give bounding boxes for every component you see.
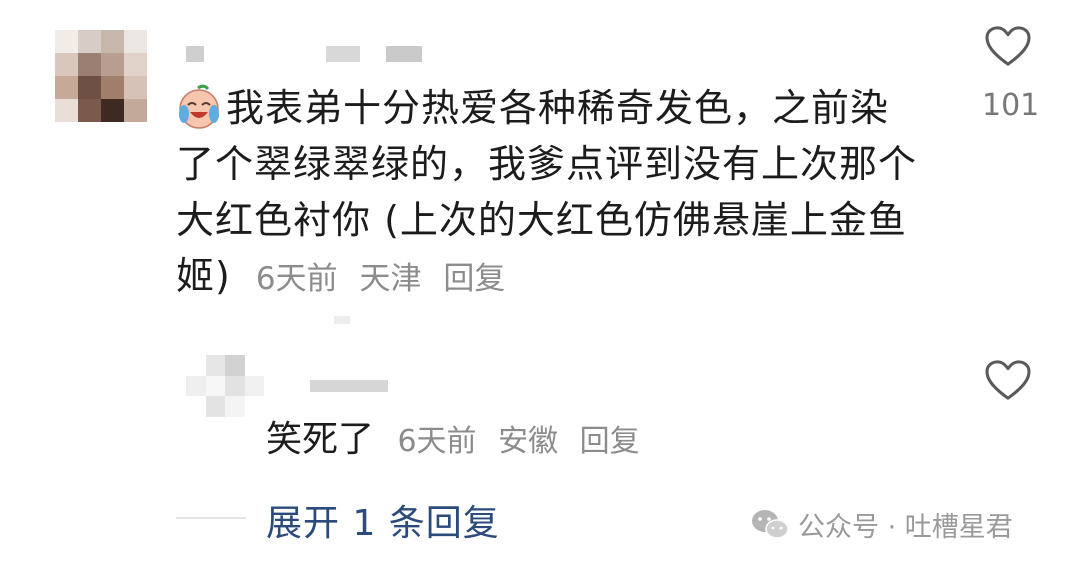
heart-icon	[985, 360, 1031, 400]
comment-line-3: 大红色衬你 (上次的大红色仿佛悬崖上金鱼	[176, 198, 907, 242]
comment-meta: 6天前 天津 回复	[256, 261, 517, 297]
comment-line-1: 我表弟十分热爱各种稀奇发色，之前染	[226, 86, 890, 130]
reply-username-blurred[interactable]	[310, 380, 388, 392]
reply-location: 安徽	[498, 424, 559, 459]
avatar[interactable]	[55, 30, 147, 122]
reply-avatar[interactable]	[186, 355, 264, 417]
username-blurred[interactable]	[186, 46, 426, 62]
comment-line-2: 了个翠绿翠绿的，我爹点评到没有上次那个	[176, 142, 918, 186]
comment-reply-button[interactable]: 回复	[443, 261, 505, 297]
laughing-crying-emoji-icon	[179, 84, 219, 129]
reply-meta: 6天前 安徽 回复	[397, 424, 651, 459]
reply-body: 笑死了 6天前 安徽 回复	[266, 415, 652, 467]
reply-time: 6天前	[397, 424, 477, 459]
blur-artifact	[334, 316, 350, 324]
reply-reply-button[interactable]: 回复	[580, 424, 640, 459]
reply-like-button[interactable]	[985, 360, 1033, 406]
like-button[interactable]	[985, 26, 1033, 72]
comment-time: 6天前	[255, 261, 338, 297]
comment-body: 我表弟十分热爱各种稀奇发色，之前染 了个翠绿翠绿的，我爹点评到没有上次那个 大红…	[176, 80, 936, 307]
expand-replies-button[interactable]: 展开 1 条回复	[266, 494, 500, 546]
divider	[176, 517, 246, 519]
comment-location: 天津	[359, 261, 422, 297]
watermark-text: 公众号 · 吐槽星君	[798, 512, 1013, 543]
watermark: 公众号 · 吐槽星君	[750, 505, 1013, 544]
wechat-icon	[752, 509, 789, 539]
like-count: 101	[982, 88, 1040, 123]
reply-text: 笑死了	[266, 419, 375, 460]
heart-icon	[985, 26, 1031, 66]
comment-line-4: 姬)	[176, 254, 231, 298]
